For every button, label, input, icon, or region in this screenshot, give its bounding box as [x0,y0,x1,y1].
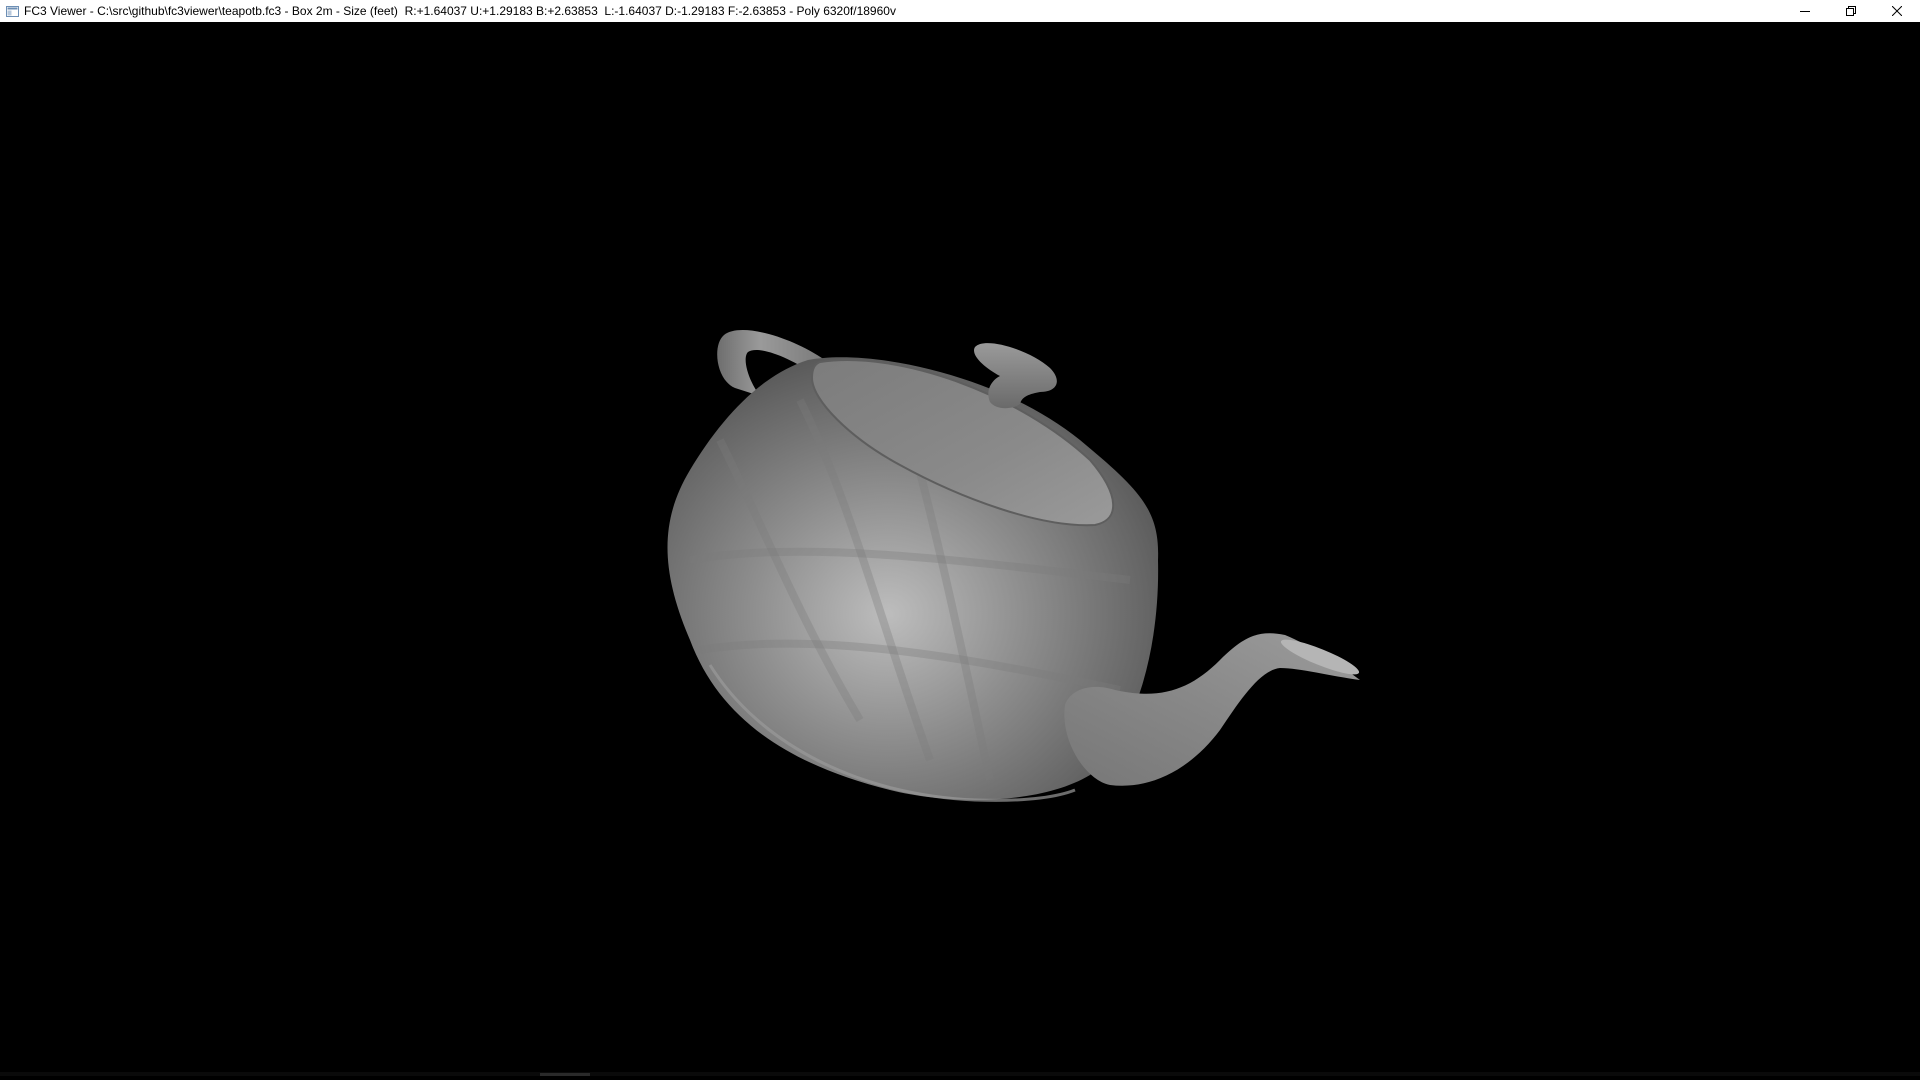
teapot-model [667,330,1360,802]
viewport-bottom-edge [0,1072,1920,1076]
minimize-button[interactable] [1782,0,1828,22]
app-window: FC3 Viewer - C:\src\github\fc3viewer\tea… [0,0,1920,1080]
minimize-icon [1800,11,1810,12]
window-title: FC3 Viewer - C:\src\github\fc3viewer\tea… [24,4,896,18]
close-button[interactable] [1874,0,1920,22]
close-icon [1892,6,1902,16]
window-app-icon[interactable] [5,5,19,17]
restore-icon [1846,6,1856,16]
title-bar[interactable]: FC3 Viewer - C:\src\github\fc3viewer\tea… [0,0,1920,22]
window-controls [1782,0,1920,22]
horizontal-scroll-thumb[interactable] [540,1073,590,1076]
restore-button[interactable] [1828,0,1874,22]
3d-viewport[interactable] [0,22,1920,1076]
